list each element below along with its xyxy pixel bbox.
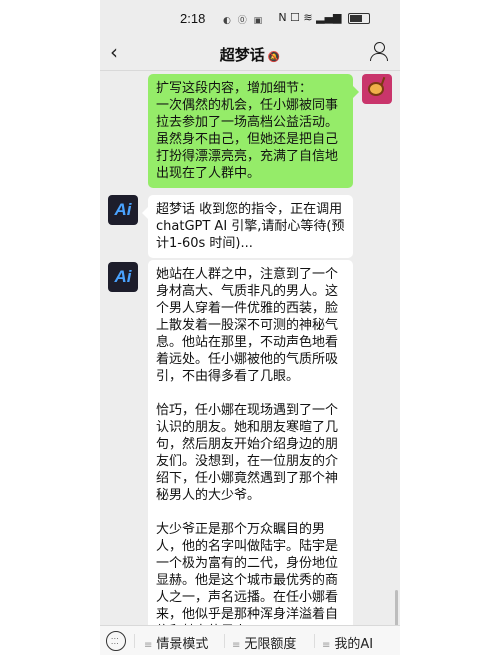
menu-lines-icon: ≡ [322, 640, 331, 651]
divider [134, 634, 135, 648]
menu-unlimited-quota-label: 无限额度 [244, 637, 297, 652]
bot-message-bubble[interactable]: 超梦话 收到您的指令，正在调用chatGPT AI 引擎,请耐心等待(预计1-6… [142, 195, 353, 258]
status-network: N ☐ ≋ ▂▄▆ [278, 11, 370, 24]
bot-avatar[interactable]: Ai [108, 195, 138, 225]
divider [224, 634, 225, 648]
menu-my-ai[interactable]: ≡ 我的AI [322, 633, 373, 652]
signal-icon: N ☐ ≋ ▂▄▆ [278, 11, 342, 24]
mute-icon: 🔕 [267, 52, 281, 63]
profile-icon[interactable] [370, 42, 388, 62]
user-avatar[interactable] [362, 74, 392, 104]
menu-scene-mode-label: 情景模式 [156, 637, 209, 652]
chat-title: 超梦话 🔕 [100, 44, 400, 65]
divider [314, 634, 315, 648]
scrollbar[interactable] [395, 590, 398, 625]
bottom-menu-bar: ··· ··· ≡ 情景模式 ≡ 无限额度 ≡ 我的AI [100, 625, 400, 655]
keyboard-icon[interactable]: ··· ··· [106, 631, 126, 651]
battery-icon [348, 12, 370, 24]
chat-area[interactable]: 扩写这段内容，增加细节： 一次偶然的机会，任小娜被同事拉去参加了一场高档公益活动… [100, 70, 400, 625]
chat-title-text: 超梦话 [219, 46, 265, 64]
menu-lines-icon: ≡ [232, 640, 241, 651]
phone-screen: 2:18 ◐ ⓪ ▣ N ☐ ≋ ▂▄▆ ‹ 超梦话 🔕 扩写这段内容，增加细节：… [100, 0, 400, 655]
menu-lines-icon: ≡ [144, 640, 153, 651]
menu-unlimited-quota[interactable]: ≡ 无限额度 [232, 633, 296, 652]
chat-header: ‹ 超梦话 🔕 [100, 36, 400, 71]
bot-message-bubble[interactable]: 她站在人群之中，注意到了一个身材高大、气质非凡的男人。这个男人穿着一件优雅的西装… [148, 260, 353, 625]
status-bar: 2:18 ◐ ⓪ ▣ N ☐ ≋ ▂▄▆ [100, 0, 400, 36]
menu-my-ai-label: 我的AI [334, 637, 374, 652]
status-indicators: ◐ ⓪ ▣ [223, 16, 265, 26]
user-message-bubble[interactable]: 扩写这段内容，增加细节： 一次偶然的机会，任小娜被同事拉去参加了一场高档公益活动… [148, 74, 359, 188]
bot-avatar[interactable]: Ai [108, 262, 138, 292]
menu-scene-mode[interactable]: ≡ 情景模式 [144, 633, 208, 652]
status-time: 2:18 [180, 11, 206, 26]
